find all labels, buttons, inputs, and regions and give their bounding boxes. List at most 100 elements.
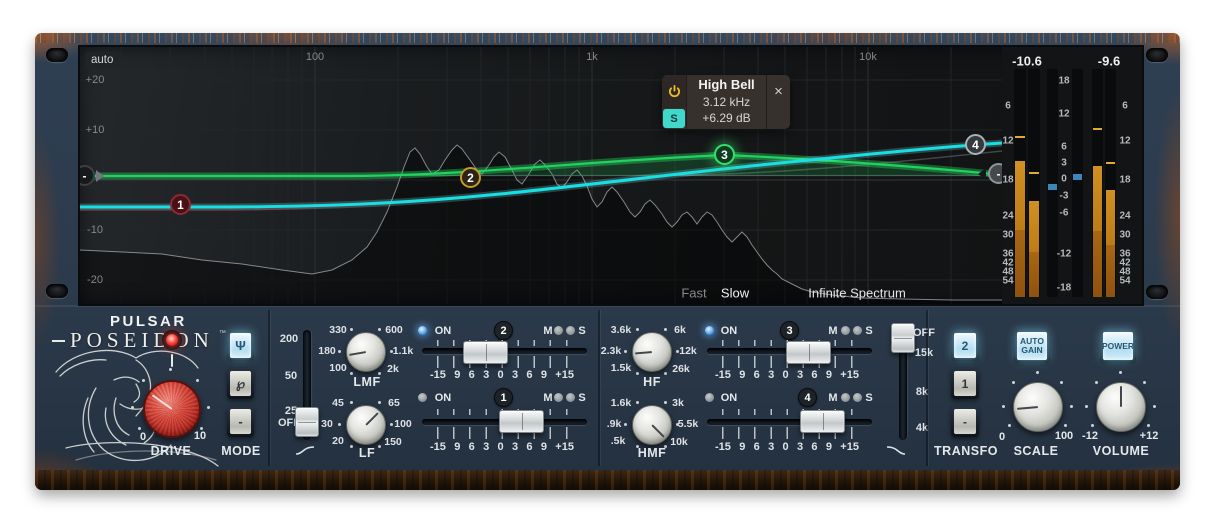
band1-solo-dot[interactable] xyxy=(566,393,575,402)
band3-on-led[interactable] xyxy=(705,326,714,335)
output-meter-left xyxy=(1092,69,1103,297)
scale-label: SCALE xyxy=(1014,444,1059,458)
hmf-tick-3: 5.5k xyxy=(678,418,698,430)
band1-on-led[interactable] xyxy=(418,393,427,402)
band4-badge[interactable]: 4 xyxy=(798,388,817,407)
lf-tick-0: 45 xyxy=(332,397,344,409)
mode-psi-button[interactable]: Ψ xyxy=(230,333,251,358)
mode-rho-bezel: ℘ xyxy=(227,368,254,399)
drive-knob[interactable] xyxy=(143,380,201,438)
infinite-spectrum-button[interactable]: Infinite Spectrum xyxy=(808,286,906,301)
spectrum-slow-button[interactable]: Slow xyxy=(721,286,749,301)
transfo-1-button[interactable]: 1 xyxy=(954,371,976,396)
transfo-2-button[interactable]: 2 xyxy=(954,333,976,358)
band1-gain-handle[interactable] xyxy=(499,410,544,433)
screw-bottom-right xyxy=(1146,285,1168,299)
band-solo-button[interactable]: S xyxy=(663,109,685,128)
center-scale-label-5: -3 xyxy=(1060,191,1069,202)
hmf-tick-0: 1.6k xyxy=(611,397,631,409)
screw-top-left xyxy=(46,48,68,62)
input-meter-left xyxy=(1014,69,1026,297)
band1-badge[interactable]: 1 xyxy=(494,388,513,407)
band1-scale-label-4: 0 xyxy=(498,441,504,453)
db-label-2: -10 xyxy=(87,224,103,236)
tooltip-left-column: S xyxy=(662,75,687,129)
band4-on-led[interactable] xyxy=(705,393,714,402)
auto-button[interactable]: auto xyxy=(85,52,119,68)
center-scale-label-6: -6 xyxy=(1060,208,1069,219)
auto-gain-button[interactable]: AUTO GAIN xyxy=(1017,332,1047,360)
right-scale-label-1: 12 xyxy=(1119,136,1130,147)
lf-knob[interactable] xyxy=(346,405,386,445)
center-scale-label-0: 18 xyxy=(1058,76,1069,87)
mode-rho-button[interactable]: ℘ xyxy=(230,371,251,396)
transfo-dash-button[interactable]: - xyxy=(954,409,976,434)
section-divider-1 xyxy=(268,310,270,466)
band4-gain-track[interactable] xyxy=(707,419,872,425)
lmf-tick-4: 100 xyxy=(329,362,347,374)
band1-scale-label-3: 3 xyxy=(483,441,489,453)
power-button[interactable]: POWER xyxy=(1103,332,1133,360)
band-power-button[interactable] xyxy=(662,75,686,108)
band-gain: +6.29 dB xyxy=(702,110,750,127)
band2-badge[interactable]: 2 xyxy=(494,321,513,340)
band2-gain-handle[interactable] xyxy=(463,341,508,364)
scale-knob[interactable] xyxy=(1013,382,1063,432)
center-scale-label-7: -12 xyxy=(1057,249,1071,260)
band4-gain-handle[interactable] xyxy=(800,410,845,433)
band3-scale-label-0: -15 xyxy=(715,369,731,381)
band3-gain-scale: -159630369+15 xyxy=(715,369,859,381)
top-rail xyxy=(35,33,1180,43)
lpf-slider-handle[interactable] xyxy=(891,323,915,353)
band2-mute-label: M xyxy=(543,325,552,337)
band2-gain-scale: -159630369+15 xyxy=(430,369,574,381)
band2-marker[interactable]: 2 xyxy=(460,167,481,188)
band4-scale-label-1: 9 xyxy=(739,441,745,453)
band2-on-led[interactable] xyxy=(418,326,427,335)
band4-solo-dot[interactable] xyxy=(853,393,862,402)
hpf-slider-handle[interactable] xyxy=(295,407,319,437)
hmf-knob[interactable] xyxy=(632,405,672,445)
eq-plot[interactable] xyxy=(80,47,1002,304)
band3-scale-label-8: +15 xyxy=(840,369,859,381)
band3-solo-dot[interactable] xyxy=(853,326,862,335)
hmf-tick-2: .9k xyxy=(607,418,622,430)
hmf-tick-4: .5k xyxy=(611,435,626,447)
band3-mute-dot[interactable] xyxy=(841,326,850,335)
band2-scale-label-4: 0 xyxy=(498,369,504,381)
lmf-label: LMF xyxy=(353,375,380,389)
right-scale-label-2: 18 xyxy=(1119,175,1130,186)
poseidon-artwork xyxy=(36,340,236,468)
band4-solo-label: S xyxy=(865,392,872,404)
band3-badge[interactable]: 3 xyxy=(780,321,799,340)
autogain-line2: GAIN xyxy=(1021,346,1042,355)
band-frequency: 3.12 kHz xyxy=(703,94,750,111)
volume-knob[interactable] xyxy=(1096,382,1146,432)
lmf-knob[interactable] xyxy=(346,332,386,372)
band1-mute-dot[interactable] xyxy=(554,393,563,402)
band1-scale-label-7: 9 xyxy=(541,441,547,453)
spectrum-fast-button[interactable]: Fast xyxy=(681,286,706,301)
hf-knob[interactable] xyxy=(632,332,672,372)
band2-solo-dot[interactable] xyxy=(566,326,575,335)
section-divider-2 xyxy=(598,310,600,466)
scale-max-label: 100 xyxy=(1055,430,1073,442)
hf-tick-0: 3.6k xyxy=(611,324,631,336)
band3-gain-handle[interactable] xyxy=(786,341,831,364)
band2-mute-dot[interactable] xyxy=(554,326,563,335)
band4-marker[interactable]: 4 xyxy=(965,134,986,155)
close-icon: × xyxy=(774,83,783,100)
hf-tick-1: 6k xyxy=(674,324,686,336)
lmf-tick-3: 1.1k xyxy=(393,345,413,357)
band1-scale-label-6: 6 xyxy=(526,441,532,453)
band-name: High Bell xyxy=(698,77,754,94)
band3-marker[interactable]: 3 xyxy=(714,144,735,165)
gain-meter-left xyxy=(1047,69,1058,297)
lpf-label-0: OFF xyxy=(913,327,935,339)
mode-dash-button[interactable]: - xyxy=(230,409,251,434)
tooltip-close-button[interactable]: × xyxy=(766,75,790,129)
left-scale-label-4: 30 xyxy=(1002,230,1013,241)
band1-marker[interactable]: 1 xyxy=(170,194,191,215)
band4-on-label: ON xyxy=(721,392,738,404)
band4-mute-dot[interactable] xyxy=(841,393,850,402)
